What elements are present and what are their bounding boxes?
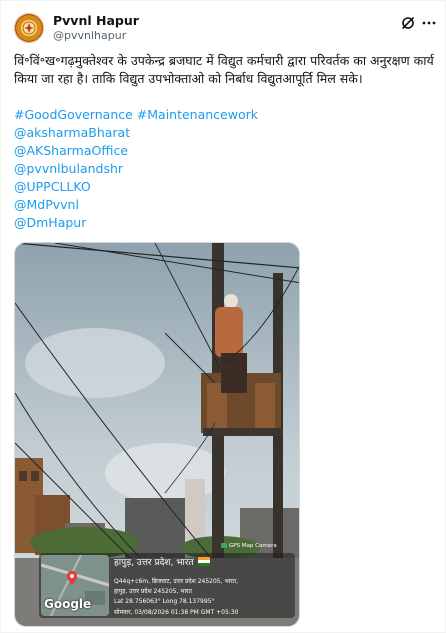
author-handle[interactable]: @pvvnlhapur: [53, 29, 126, 42]
google-logo: Google: [44, 597, 92, 611]
grok-icon[interactable]: [400, 15, 416, 31]
mention-link[interactable]: @pvvnlbulandshr: [14, 160, 434, 178]
tweet-tags: #GoodGovernance #Maintenancework @akshar…: [14, 106, 434, 232]
tweet-photo[interactable]: GPS Map Camera Google हापुड़, उत्तर प्रद…: [14, 242, 300, 627]
gps-place-name: हापुड़, उत्तर प्रदेश, भारत: [114, 555, 210, 568]
emblem-icon: [22, 21, 36, 35]
india-flag-icon: [197, 557, 210, 566]
mention-link[interactable]: @AKSharmaOffice: [14, 142, 434, 160]
mention-link[interactable]: @aksharmaBharat: [14, 124, 434, 142]
avatar[interactable]: [14, 13, 44, 43]
author-display-name[interactable]: Pvvnl Hapur: [53, 13, 139, 28]
more-icon[interactable]: [422, 21, 436, 25]
map-pin-icon: [67, 571, 77, 585]
mention-link[interactable]: @MdPvvnl: [14, 196, 434, 214]
tweet-card: Pvvnl Hapur @pvvnlhapur विं॰विं॰ख॰गढ़मुक…: [0, 0, 446, 633]
gps-mini-map: Google: [41, 555, 109, 616]
mention-link[interactable]: @DmHapur: [14, 214, 434, 232]
mention-link[interactable]: @UPPCLLKO: [14, 178, 434, 196]
gps-address-line2: हापुड़, उत्तर प्रदेश 245205, भारत: [114, 588, 192, 595]
gps-address-line1: Q44q+c6m, ब्रिजघाट, उत्तर प्रदेश 245205,…: [114, 578, 238, 585]
gps-coordinates: Lat 28.756063° Long 78.137995°: [114, 598, 215, 605]
hashtag-link[interactable]: #GoodGovernance #Maintenancework: [14, 106, 434, 124]
camera-icon: [221, 543, 227, 548]
tweet-text: विं॰विं॰ख॰गढ़मुक्तेश्वर के उपकेन्द्र ब्र…: [14, 53, 434, 86]
gps-timestamp: सोमवार, 03/08/2026 01:38 PM GMT +05:30: [114, 609, 239, 616]
gps-app-label: GPS Map Camera: [221, 543, 277, 549]
